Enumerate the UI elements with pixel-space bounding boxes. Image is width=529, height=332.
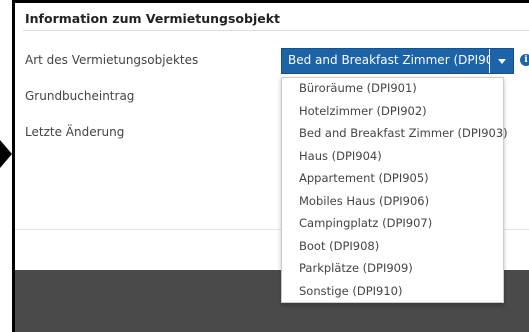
option-dpi909[interactable]: Parkplätze (DPI909) (282, 258, 503, 281)
option-dpi903[interactable]: Bed and Breakfast Zimmer (DPI903) (282, 123, 508, 146)
select-value[interactable]: Bed and Breakfast Zimmer (DPI903) (282, 49, 489, 73)
option-dpi904[interactable]: Haus (DPI904) (282, 146, 503, 169)
option-dpi907[interactable]: Campingplatz (DPI907) (282, 213, 503, 236)
form-panel: Information zum Vermietungsobjekt Art de… (12, 0, 529, 332)
option-dpi905[interactable]: Appartement (DPI905) (282, 168, 503, 191)
option-dpi902[interactable]: Hotelzimmer (DPI902) (282, 101, 503, 124)
object-type-select[interactable]: Bed and Breakfast Zimmer (DPI903) (281, 48, 514, 74)
option-dpi908[interactable]: Boot (DPI908) (282, 236, 503, 259)
pointer-arrow-icon (0, 140, 12, 168)
select-toggle-button[interactable] (489, 49, 513, 73)
option-dpi906[interactable]: Mobiles Haus (DPI906) (282, 191, 503, 214)
land-register-label: Grundbucheintrag (25, 89, 135, 103)
section-divider (23, 30, 529, 31)
chevron-down-icon (497, 58, 506, 64)
last-change-label: Letzte Änderung (25, 125, 125, 139)
option-dpi910[interactable]: Sonstige (DPI910) (282, 281, 503, 304)
info-icon[interactable]: i (520, 54, 529, 66)
option-dpi901[interactable]: Büroräume (DPI901) (282, 78, 503, 101)
section-title: Information zum Vermietungsobjekt (25, 11, 281, 26)
object-type-dropdown: Büroräume (DPI901) Hotelzimmer (DPI902) … (281, 77, 508, 304)
type-label: Art des Vermietungsobjektes (25, 53, 199, 67)
